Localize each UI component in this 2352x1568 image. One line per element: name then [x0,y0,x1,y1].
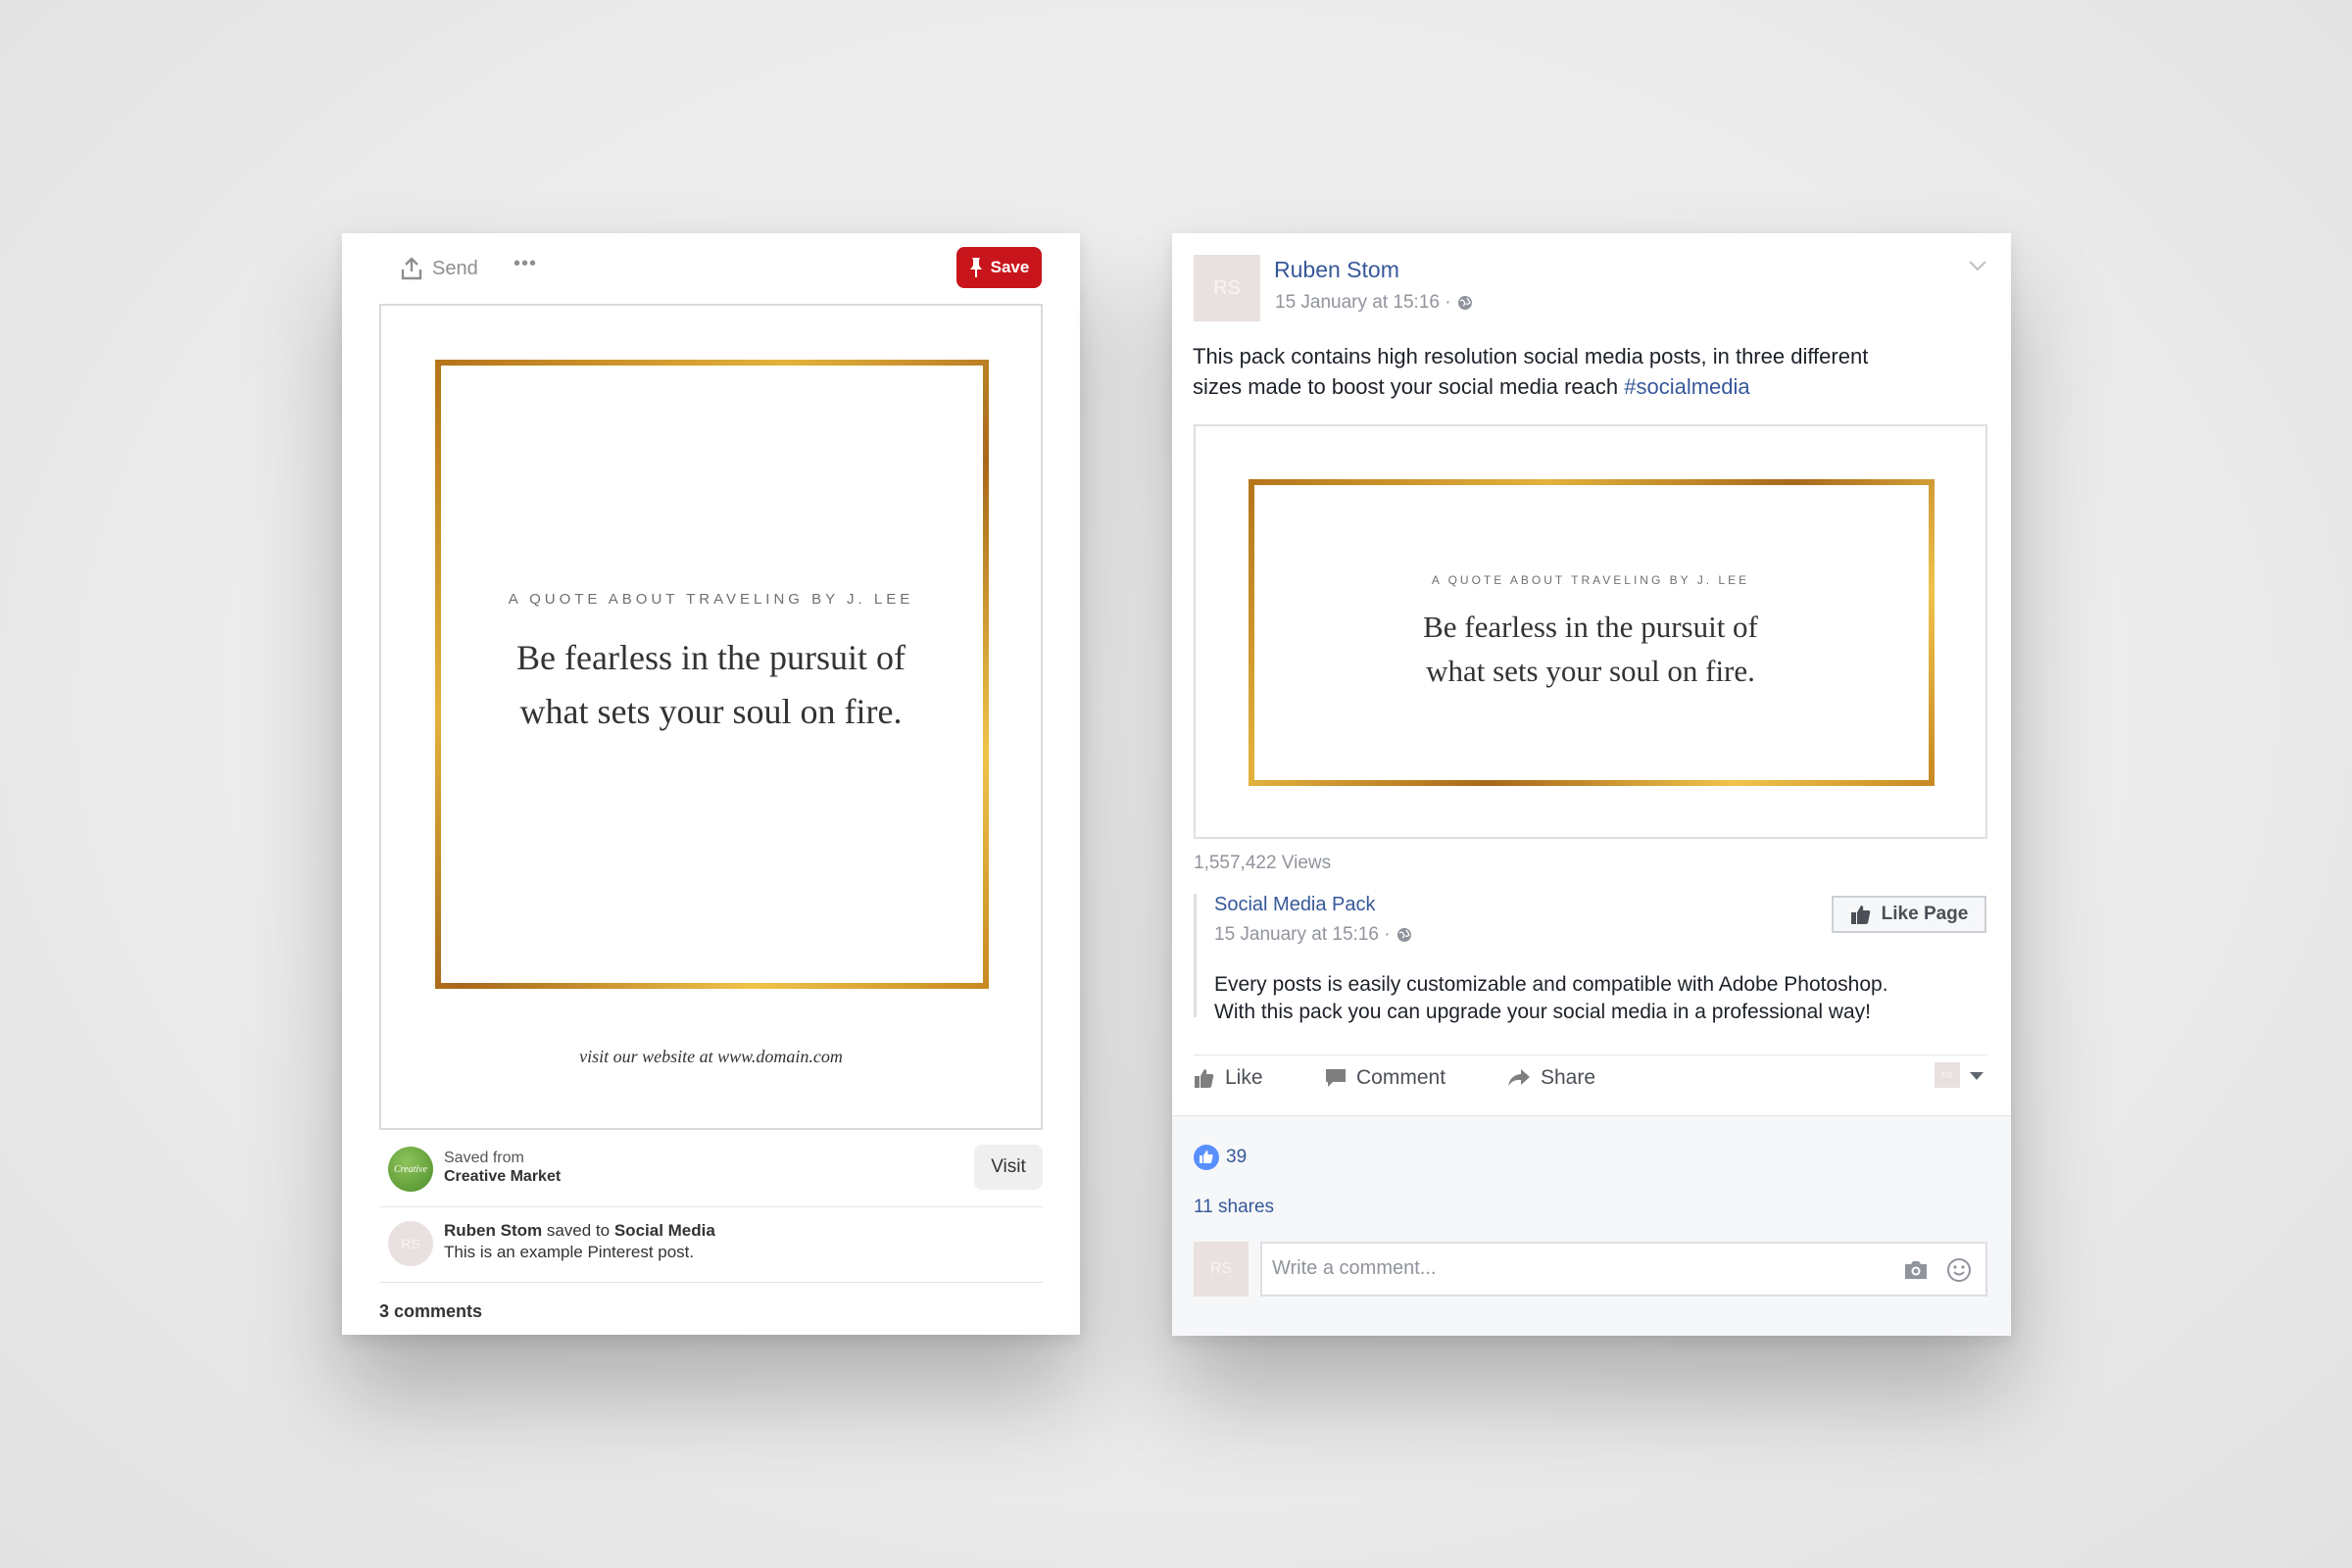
source-logo[interactable]: Creative [388,1147,433,1192]
author-name[interactable]: Ruben Stom [1274,257,1399,283]
like-button[interactable]: Like [1194,1066,1263,1090]
pushpin-icon [969,258,982,277]
view-count: 1,557,422 Views [1194,853,1332,873]
saver-name[interactable]: Ruben Stom [444,1221,542,1240]
divider [379,1206,1043,1207]
engagement-area: 39 11 shares RS Write a comment... [1172,1115,2011,1336]
post-text-line-2: sizes made to boost your social media re… [1193,374,1619,399]
pinterest-card: Send ••• Save A QUOTE ABOUT TRAVELING BY… [342,233,1080,1335]
quote-line-2: what sets your soul on fire. [519,692,903,731]
avatar-initials: RS [1213,276,1241,299]
emoji-icon[interactable] [1946,1257,1972,1283]
share-arrow-icon [1508,1069,1530,1086]
post-image[interactable]: A QUOTE ABOUT TRAVELING BY J. LEE Be fea… [1194,424,1987,839]
send-button[interactable]: Send [401,257,478,280]
like-page-label: Like Page [1881,904,1969,924]
visit-label: Visit [991,1156,1026,1177]
share-label: Share [1541,1066,1596,1089]
post-timestamp[interactable]: 15 January at 15:16 · [1275,292,1451,314]
send-label: Send [432,257,478,279]
saver-line: Ruben Stom saved to Social Media [444,1221,715,1241]
shared-page-bar [1194,894,1197,1017]
post-meta: 15 January at 15:16 · [1275,292,1473,314]
avatar[interactable]: RS [1194,255,1260,321]
shared-page-meta: 15 January at 15:16 · [1214,924,1412,946]
avatar-initials: RS [401,1236,420,1251]
shares-count[interactable]: 11 shares [1194,1197,1274,1218]
pin-description: This is an example Pinterest post. [444,1243,695,1261]
shared-page-timestamp[interactable]: 15 January at 15:16 · [1214,924,1391,946]
comment-input[interactable]: Write a comment... [1260,1242,1987,1297]
visit-button[interactable]: Visit [974,1145,1043,1190]
comment-label: Comment [1356,1066,1446,1089]
save-button[interactable]: Save [956,247,1042,288]
caret-down-icon[interactable] [1969,1071,1984,1081]
more-options-button[interactable]: ••• [514,253,537,275]
comment-button[interactable]: Comment [1325,1066,1446,1090]
post-text-line-1: This pack contains high resolution socia… [1193,344,1869,368]
globe-icon [1457,296,1472,310]
reaction-count: 39 [1226,1147,1248,1167]
shared-page-text-line-1: Every posts is easily customizable and c… [1214,973,1888,996]
commenter-avatar: RS [1194,1242,1249,1297]
saved-to-text: saved to [546,1221,611,1240]
save-label: Save [990,258,1030,276]
hashtag-link[interactable]: #socialmedia [1624,374,1749,399]
facebook-card: RS Ruben Stom 15 January at 15:16 · This… [1172,233,2011,1336]
thumbs-up-icon [1850,906,1870,924]
like-page-button[interactable]: Like Page [1832,896,1986,933]
saved-from-label: Saved from [444,1150,524,1166]
pin-image[interactable]: A QUOTE ABOUT TRAVELING BY J. LEE Be fea… [379,304,1043,1130]
divider [379,1282,1043,1283]
globe-icon [1396,928,1411,942]
commenter-avatar-initials: RS [1209,1260,1233,1277]
avatar[interactable]: RS [388,1221,433,1266]
upload-icon [401,257,422,280]
ellipsis-icon: ••• [514,253,538,274]
audience-avatar[interactable]: RS [1935,1062,1960,1088]
source-logo-text: Creative [393,1163,428,1175]
quote-title: A QUOTE ABOUT TRAVELING BY J. LEE [508,591,914,608]
quote-footer: visit our website at www.domain.com [579,1047,843,1066]
comments-count[interactable]: 3 comments [379,1301,482,1322]
quote-line-2: what sets your soul on fire. [1426,654,1755,688]
camera-icon[interactable] [1903,1259,1929,1281]
shared-page-text-line-2: With this pack you can upgrade your soci… [1214,1001,1872,1023]
quote-title: A QUOTE ABOUT TRAVELING BY J. LEE [1431,573,1750,587]
shared-page-name[interactable]: Social Media Pack [1214,894,1376,916]
divider [1194,1054,1987,1055]
audience-avatar-initials: RS [1941,1070,1953,1080]
like-reaction-icon [1194,1145,1219,1170]
chevron-down-icon[interactable] [1968,259,1987,272]
like-label: Like [1225,1066,1263,1089]
comment-placeholder: Write a comment... [1272,1257,1437,1279]
board-name[interactable]: Social Media [614,1221,715,1240]
post-text: This pack contains high resolution socia… [1193,341,1996,402]
source-name[interactable]: Creative Market [444,1168,561,1186]
quote-line-1: Be fearless in the pursuit of [516,638,906,677]
share-button[interactable]: Share [1507,1066,1595,1090]
thumbs-up-icon [1195,1069,1214,1088]
shared-page-text: Every posts is easily customizable and c… [1214,971,1888,1026]
quote-line-1: Be fearless in the pursuit of [1423,610,1758,644]
comment-icon [1326,1069,1346,1087]
reactions-summary[interactable]: 39 [1193,1144,1247,1171]
